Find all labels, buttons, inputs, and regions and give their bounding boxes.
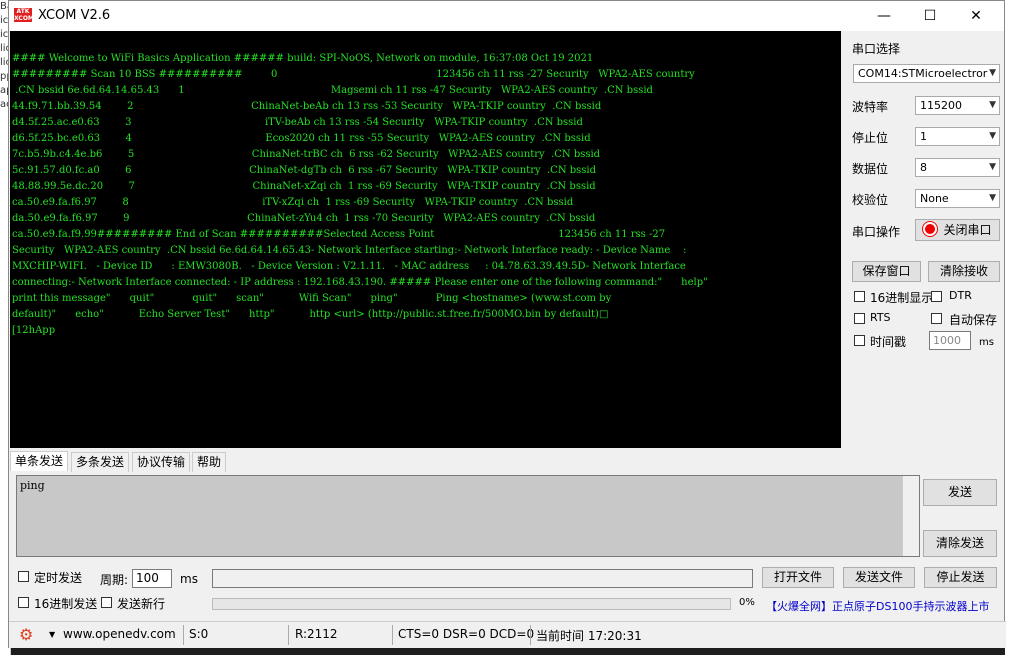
- send-newline-checkbox[interactable]: [101, 597, 112, 608]
- timestamp-unit: ms: [979, 337, 994, 348]
- status-received-count: R:2112: [295, 627, 338, 641]
- save-window-button[interactable]: 保存窗口: [852, 261, 921, 282]
- status-url[interactable]: www.openedv.com: [63, 627, 176, 641]
- databits-select[interactable]: 8 ▼: [915, 158, 1000, 177]
- ad-link[interactable]: 【火爆全网】正点原子DS100手持示波器上市: [766, 598, 989, 614]
- terminal-text: #### Welcome to WiFi Basics Application …: [12, 53, 708, 336]
- tab-single-send[interactable]: 单条发送: [10, 451, 69, 471]
- chevron-down-icon[interactable]: ▼: [49, 630, 55, 639]
- period-unit: ms: [180, 572, 198, 586]
- receive-terminal[interactable]: #### Welcome to WiFi Basics Application …: [10, 31, 841, 448]
- send-text: ping: [20, 479, 45, 492]
- xcom-window: ATK XCOM XCOM V2.6 — ☐ ✕ #### Welcome to …: [8, 0, 1006, 648]
- timestamp-interval-input[interactable]: 1000: [929, 331, 971, 350]
- tab-help[interactable]: 帮助: [192, 452, 227, 472]
- port-op-label: 串口操作: [852, 225, 901, 239]
- hex-send-checkbox[interactable]: [18, 597, 29, 608]
- gear-icon[interactable]: ⚙: [19, 625, 33, 644]
- status-bar: ⚙ ▼ www.openedv.com S:0 R:2112 CTS=0 DSR…: [9, 621, 1006, 648]
- minimize-icon[interactable]: —: [861, 1, 907, 31]
- background-window-strip-right: [1005, 0, 1012, 655]
- status-time: 当前时间 17:20:31: [536, 629, 642, 643]
- baud-select[interactable]: 115200 ▼: [915, 96, 1000, 115]
- dtr-checkbox[interactable]: [931, 291, 942, 302]
- progress-text: 0%: [739, 597, 755, 608]
- baud-label: 波特率: [852, 100, 889, 114]
- timed-send-label: 定时发送: [34, 571, 83, 585]
- timestamp-checkbox[interactable]: [854, 335, 865, 346]
- hex-display-label: 16进制显示: [870, 291, 934, 305]
- close-icon[interactable]: ✕: [953, 1, 999, 31]
- parity-select[interactable]: None ▼: [915, 189, 1000, 208]
- send-newline-label: 发送新行: [117, 597, 166, 611]
- port-select[interactable]: COM14:STMicroelectror ▼: [853, 64, 1000, 83]
- hex-send-label: 16进制发送: [34, 597, 98, 611]
- status-sent-count: S:0: [189, 627, 209, 641]
- rts-label: RTS: [870, 311, 891, 324]
- file-path-input[interactable]: [212, 569, 753, 588]
- record-icon: [923, 222, 938, 236]
- timed-send-checkbox[interactable]: [18, 571, 29, 582]
- send-text-area[interactable]: ping: [16, 475, 920, 557]
- stop-send-button[interactable]: 停止发送: [924, 567, 997, 588]
- clear-receive-button[interactable]: 清除接收: [928, 261, 1000, 282]
- databits-label: 数据位: [852, 162, 889, 176]
- xcom-logo-icon: ATK XCOM: [14, 8, 34, 22]
- send-file-button[interactable]: 发送文件: [843, 567, 915, 588]
- title-bar: ATK XCOM XCOM V2.6 — ☐ ✕: [9, 1, 1004, 31]
- stopbits-label: 停止位: [852, 131, 889, 145]
- port-select-label: 串口选择: [852, 42, 901, 56]
- clear-send-button[interactable]: 清除发送: [923, 530, 997, 557]
- maximize-icon[interactable]: ☐: [907, 1, 953, 31]
- send-progress-bar: [212, 598, 731, 610]
- tab-protocol[interactable]: 协议传输: [132, 452, 191, 472]
- rts-checkbox[interactable]: [854, 313, 865, 324]
- status-lines: CTS=0 DSR=0 DCD=0: [398, 627, 535, 641]
- window-title: XCOM V2.6: [38, 8, 111, 23]
- stopbits-select[interactable]: 1 ▼: [915, 127, 1000, 146]
- period-label: 周期:: [100, 573, 129, 587]
- timestamp-label: 时间戳: [870, 335, 907, 349]
- dtr-label: DTR: [949, 289, 972, 302]
- open-file-button[interactable]: 打开文件: [762, 567, 834, 588]
- parity-label: 校验位: [852, 193, 889, 207]
- hex-display-checkbox[interactable]: [854, 291, 865, 302]
- tab-multi-send[interactable]: 多条发送: [71, 452, 130, 472]
- period-input[interactable]: 100: [132, 569, 172, 588]
- auto-save-label: 自动保存: [949, 313, 998, 327]
- close-port-button[interactable]: 关闭串口: [915, 219, 1000, 241]
- send-scrollbar[interactable]: [902, 476, 919, 556]
- auto-save-checkbox[interactable]: [931, 313, 942, 324]
- send-button[interactable]: 发送: [923, 479, 997, 506]
